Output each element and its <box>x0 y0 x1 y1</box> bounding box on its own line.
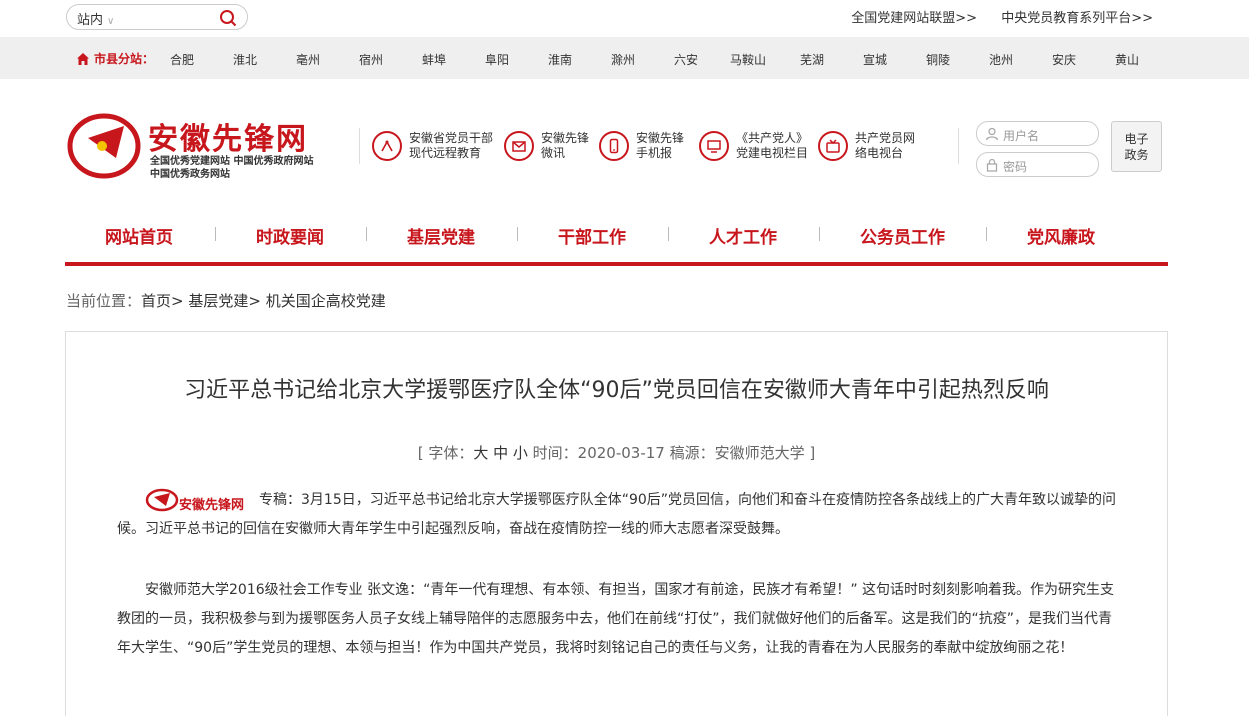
quick-link-label: 络电视台 <box>855 146 904 160</box>
quick-link-mobile-news[interactable]: 安徽先锋 手机报 <box>599 131 684 161</box>
nav-divider <box>366 227 367 241</box>
city-link[interactable]: 六安 <box>674 51 698 68</box>
username-field[interactable]: 用户名 <box>976 121 1099 146</box>
font-size-switcher[interactable]: 大 中 小 <box>473 444 528 462</box>
divider <box>958 128 959 164</box>
city-link[interactable]: 蚌埠 <box>422 51 446 68</box>
quick-link-label: 现代远程教育 <box>409 146 482 160</box>
city-link[interactable]: 亳州 <box>296 51 320 68</box>
top-link-education[interactable]: 中央党员教育系列平台>> <box>1001 11 1153 26</box>
top-bar: 站内 ∨ 全国党建网站联盟>> 中央党员教育系列平台>> <box>0 0 1249 36</box>
article-paragraph: 安徽师范大学2016级社会工作专业 张文逸：“青年一代有理想、有本领、有担当，国… <box>117 582 1115 656</box>
nav-item-grassroots[interactable]: 基层党建 <box>407 223 475 248</box>
city-link[interactable]: 淮北 <box>233 51 257 68</box>
top-link-alliance[interactable]: 全国党建网站联盟>> <box>851 11 977 26</box>
quick-link-label: 微讯 <box>541 146 566 160</box>
article-meta: [ 字体：大 中 小 时间：2020-03-17 稿源：安徽师范大学 ] <box>66 442 1167 463</box>
username-placeholder: 用户名 <box>1003 129 1040 143</box>
nav-divider <box>668 227 669 241</box>
quick-link-label: 《共产党人》 <box>736 131 809 145</box>
city-link[interactable]: 合肥 <box>170 51 194 68</box>
top-links: 全国党建网站联盟>> 中央党员教育系列平台>> <box>831 7 1153 26</box>
inline-logo-text: 安徽先锋网 <box>179 498 245 513</box>
city-link[interactable]: 马鞍山 <box>730 51 766 68</box>
quick-link-label: 安徽省党员干部 <box>409 131 494 145</box>
party-emblem-icon <box>145 488 179 512</box>
city-link[interactable]: 宿州 <box>359 51 383 68</box>
password-field[interactable]: 密码 <box>976 152 1099 177</box>
city-link[interactable]: 芜湖 <box>800 51 824 68</box>
nav-divider <box>986 227 987 241</box>
quick-link-label: 安徽先锋 <box>636 131 685 145</box>
meta-font-label: [ 字体： <box>417 444 474 462</box>
quick-link-label: 党建电视栏目 <box>736 146 809 160</box>
city-link[interactable]: 黄山 <box>1115 51 1139 68</box>
nav-item-cadre[interactable]: 干部工作 <box>558 223 626 248</box>
quick-link-label: 安徽先锋 <box>541 131 590 145</box>
article-paragraph: 安徽先锋网 专稿：3月15日，习近平总书记给北京大学援鄂医疗队全体“90后”党员… <box>117 486 1117 544</box>
city-link[interactable]: 宣城 <box>863 51 887 68</box>
search-icon[interactable] <box>219 9 237 27</box>
city-link[interactable]: 池州 <box>989 51 1013 68</box>
nav-divider <box>215 227 216 241</box>
home-icon <box>77 52 89 65</box>
phone-icon <box>599 131 629 161</box>
search-scope-select[interactable]: 站内 ∨ <box>77 9 114 28</box>
search-scope-label: 站内 <box>77 13 104 28</box>
logo-subtitle: 中国优秀政务网站 <box>150 169 230 180</box>
site-search-box[interactable]: 站内 ∨ <box>66 4 248 30</box>
egov-label: 电子 <box>1124 132 1149 146</box>
city-substation-bar: 市县分站： 合肥 淮北 亳州 宿州 蚌埠 阜阳 淮南 滁州 六安 马鞍山 芜湖 … <box>0 37 1249 79</box>
monitor-icon <box>699 131 729 161</box>
nav-item-talent[interactable]: 人才工作 <box>709 223 777 248</box>
lock-icon <box>986 158 998 172</box>
quick-link-remote-education[interactable]: 安徽省党员干部 现代远程教育 <box>372 131 493 161</box>
paragraph-text: 专稿：3月15日，习近平总书记给北京大学援鄂医疗队全体“90后”党员回信，向他们… <box>117 492 1117 537</box>
city-link[interactable]: 淮南 <box>548 51 572 68</box>
main-nav: 网站首页 时政要闻 基层党建 干部工作 人才工作 公务员工作 党风廉政 <box>65 210 1168 266</box>
city-link[interactable]: 安庆 <box>1052 51 1076 68</box>
chevron-down-icon: ∨ <box>107 16 115 27</box>
nav-item-integrity[interactable]: 党风廉政 <box>1027 223 1095 248</box>
password-placeholder: 密码 <box>1003 160 1028 174</box>
city-link[interactable]: 阜阳 <box>485 51 509 68</box>
breadcrumb: 当前位置：首页> 基层党建> 机关国企高校党建 <box>66 290 386 311</box>
site-logo[interactable]: 安徽先锋网 全国优秀党建网站 中国优秀政府网站 中国优秀政务网站 <box>66 108 346 184</box>
mail-icon <box>504 131 534 161</box>
breadcrumb-prefix: 当前位置： <box>66 292 142 310</box>
meta-date-source: 时间：2020-03-17 稿源：安徽师范大学 ] <box>527 444 816 462</box>
user-icon <box>985 127 999 141</box>
city-link[interactable]: 铜陵 <box>926 51 950 68</box>
quick-link-label: 手机报 <box>636 146 673 160</box>
article-container: 习近平总书记给北京大学援鄂医疗队全体“90后”党员回信在安徽师大青年中引起热烈反… <box>65 331 1168 716</box>
party-emblem-icon <box>67 113 141 179</box>
quick-link-weixin[interactable]: 安徽先锋 微讯 <box>504 131 589 161</box>
egov-label: 政务 <box>1124 148 1149 162</box>
nav-item-home[interactable]: 网站首页 <box>105 223 173 248</box>
divider <box>359 128 360 164</box>
antenna-icon <box>372 131 402 161</box>
city-bar-label: 市县分站： <box>76 50 154 67</box>
nav-item-politics[interactable]: 时政要闻 <box>256 223 324 248</box>
tv-icon <box>818 131 848 161</box>
inline-logo: 安徽先锋网 <box>145 488 259 513</box>
nav-divider <box>517 227 518 241</box>
egov-button[interactable]: 电子 政务 <box>1111 121 1162 172</box>
city-bar-label-text: 市县分站： <box>94 52 155 66</box>
breadcrumb-path[interactable]: 首页> 基层党建> 机关国企高校党建 <box>141 292 386 310</box>
quick-link-party-tv[interactable]: 共产党员网 络电视台 <box>818 131 915 161</box>
nav-item-civil-servant[interactable]: 公务员工作 <box>860 223 945 248</box>
quick-link-tv-program[interactable]: 《共产党人》 党建电视栏目 <box>699 131 808 161</box>
article-title: 习近平总书记给北京大学援鄂医疗队全体“90后”党员回信在安徽师大青年中引起热烈反… <box>184 378 1049 403</box>
city-link[interactable]: 滁州 <box>611 51 635 68</box>
nav-divider <box>819 227 820 241</box>
quick-link-label: 共产党员网 <box>855 131 916 145</box>
